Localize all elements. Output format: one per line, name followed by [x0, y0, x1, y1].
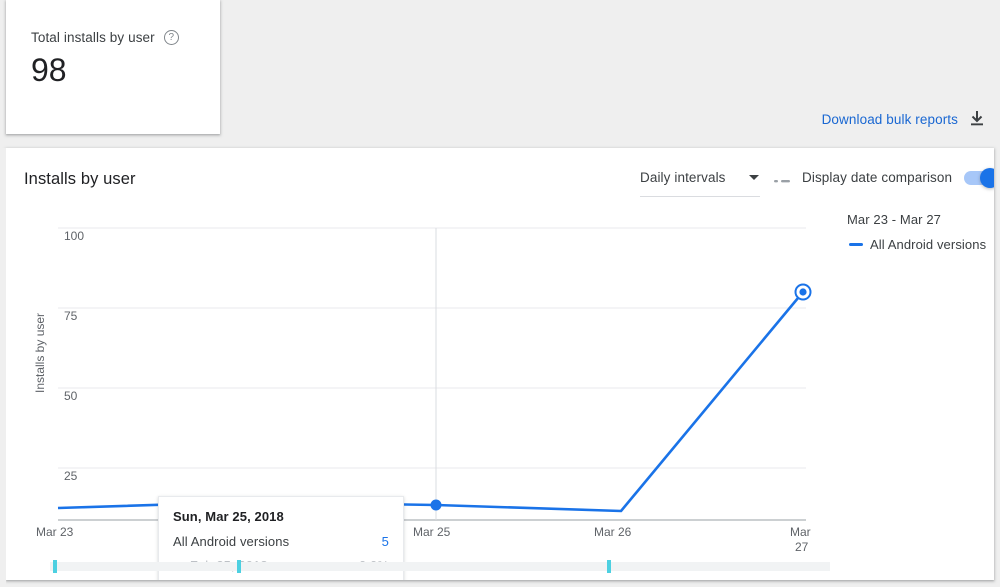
download-bulk-reports-row[interactable]: Download bulk reports — [822, 110, 986, 128]
x-tick-label-4-line2: 27 — [795, 540, 809, 554]
summary-header: Total installs by user ? — [31, 30, 179, 45]
installs-by-user-chart-card: Installs by user Daily intervals Display… — [6, 148, 994, 580]
data-point-marker-mar-25[interactable] — [431, 500, 442, 511]
range-tick[interactable] — [53, 560, 57, 573]
download-bulk-reports-link[interactable]: Download bulk reports — [822, 112, 958, 127]
tooltip-series-row: All Android versions 5 — [173, 534, 389, 549]
range-tick[interactable] — [237, 560, 241, 573]
tooltip-series-value: 5 — [382, 534, 389, 549]
download-icon[interactable] — [968, 110, 986, 128]
series-line-all-android-versions — [58, 292, 803, 511]
page-left-gutter — [0, 148, 6, 587]
x-tick-label-0: Mar 23 — [36, 525, 74, 539]
x-tick-label-2: Mar 25 — [413, 525, 451, 539]
x-tick-label-4-line1: Mar — [790, 525, 811, 539]
y-tick-label-100: 100 — [64, 229, 84, 243]
range-tick[interactable] — [607, 560, 611, 573]
data-point-ring-center-mar-27 — [799, 288, 806, 295]
tooltip-date: Sun, Mar 25, 2018 — [173, 509, 389, 524]
y-tick-label-50: 50 — [64, 389, 78, 403]
chart-range-scrollbar[interactable] — [50, 562, 830, 571]
x-tick-label-3: Mar 26 — [594, 525, 632, 539]
y-tick-label-75: 75 — [64, 309, 78, 323]
total-installs-card: Total installs by user ? 98 — [6, 0, 220, 134]
summary-title: Total installs by user — [31, 30, 155, 45]
help-circle-icon[interactable]: ? — [164, 30, 179, 45]
y-axis-title: Installs by user — [33, 313, 47, 393]
tooltip-series-label: All Android versions — [173, 534, 289, 549]
total-installs-value: 98 — [31, 52, 67, 89]
line-chart-plot[interactable]: 100 75 50 25 Installs by user Mar 23 Mar… — [6, 148, 994, 580]
y-tick-label-25: 25 — [64, 469, 78, 483]
